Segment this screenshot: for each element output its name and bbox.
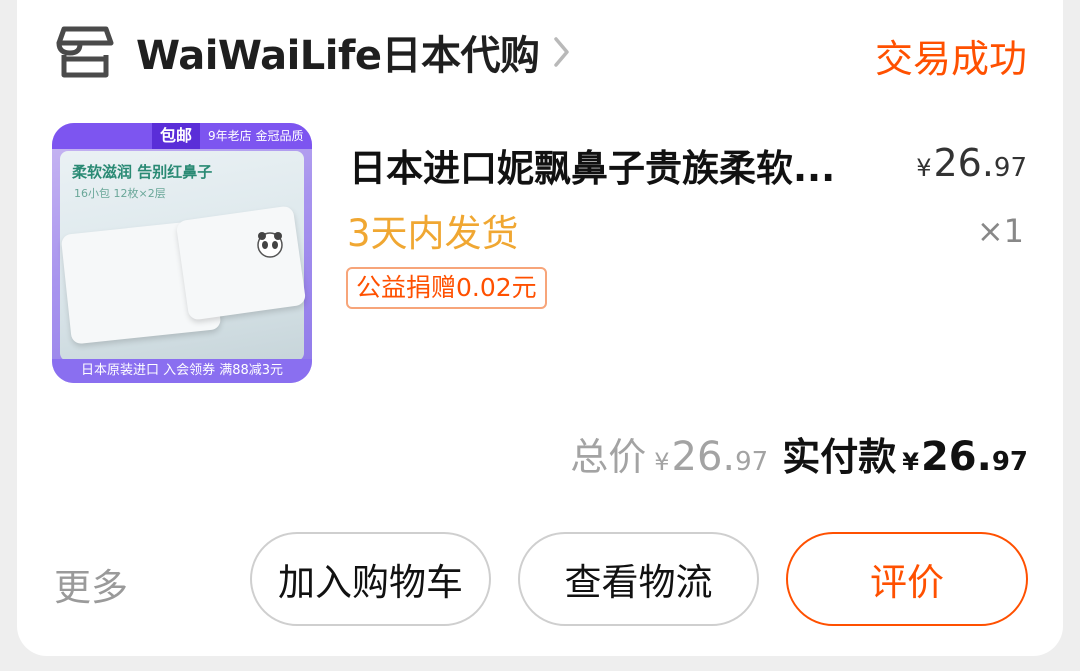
product-title[interactable]: 日本进口妮飘鼻子贵族柔软... [349, 138, 869, 192]
free-shipping-badge: 包邮 [152, 123, 201, 149]
order-totals: 总价 ¥ 26. 97 实付款 ¥ 26. 97 [570, 426, 1028, 481]
review-button[interactable]: 评价 [786, 532, 1028, 626]
shipping-time: 3天内发货 [347, 212, 519, 255]
paid-label: 实付款 [782, 435, 897, 479]
total-label: 总价 [570, 435, 647, 479]
store-icon [56, 26, 114, 78]
shop-name: WaiWaiLife日本代购 [136, 33, 540, 79]
charity-donation-tag: 公益捐赠0.02元 [346, 267, 547, 309]
track-logistics-button[interactable]: 查看物流 [518, 532, 759, 626]
order-status: 交易成功 [874, 37, 1027, 81]
unit-price-integer: 26. [933, 141, 994, 185]
unit-price: ¥26.97 [916, 141, 1027, 185]
total-currency: ¥ [654, 448, 670, 476]
thumbnail-bottom-banner: 日本原装进口 入会领券 满88减3元 [52, 359, 312, 383]
add-to-cart-button[interactable]: 加入购物车 [250, 532, 491, 626]
thumbnail-subtext: 16小包 12枚×2层 [74, 187, 166, 200]
total-decimal: 97 [735, 447, 769, 477]
total-integer: 26. [671, 434, 736, 480]
more-button[interactable]: 更多 [54, 557, 128, 611]
thumbnail-slogan: 柔软滋润 告别红鼻子 [72, 163, 213, 181]
product-thumbnail[interactable]: 包邮 9年老店 金冠品质 柔软滋润 告别红鼻子 16小包 12枚×2层 日本原装… [52, 123, 312, 383]
unit-price-decimal: 97 [993, 153, 1027, 183]
tissue-pack-right [175, 205, 307, 321]
chevron-right-icon [553, 37, 569, 67]
paid-decimal: 97 [991, 447, 1028, 477]
panda-illustration [257, 232, 283, 258]
store-quality-tag: 9年老店 金冠品质 [208, 129, 304, 143]
quantity: ×1 [976, 212, 1024, 250]
paid-integer: 26. [920, 434, 992, 480]
unit-price-currency: ¥ [916, 154, 932, 182]
shop-header[interactable]: WaiWaiLife日本代购 [56, 22, 572, 82]
paid-currency: ¥ [902, 448, 919, 476]
